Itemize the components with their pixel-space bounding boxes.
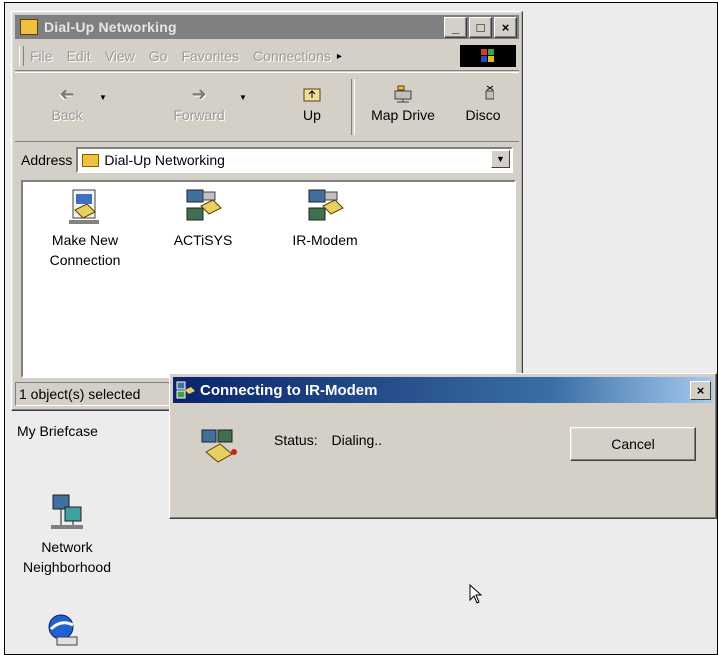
screen-frame: Dial-Up Networking _ □ × File Edit View … xyxy=(4,2,718,655)
network-label-line2: Neighborhood xyxy=(23,559,111,575)
disconnect-drive-icon xyxy=(451,81,515,107)
dialog-titlebar[interactable]: Connecting to IR-Modem × xyxy=(173,377,713,403)
address-bar: Address Dial-Up Networking ▼ xyxy=(15,144,519,176)
minimize-button[interactable]: _ xyxy=(444,16,467,38)
map-drive-icon xyxy=(363,81,443,107)
up-folder-icon xyxy=(287,81,337,107)
dial-up-networking-window[interactable]: Dial-Up Networking _ □ × File Edit View … xyxy=(11,11,523,411)
network-label-line1: Network xyxy=(41,539,93,555)
window-edge-line xyxy=(521,11,522,373)
forward-arrow-icon: ➜ xyxy=(191,83,207,104)
standard-toolbar: ➜ Back ▼ ➜ Forward ▼ Up Map Drive Disco xyxy=(15,72,519,142)
status-label: Status: xyxy=(274,432,318,448)
window-title: Dial-Up Networking xyxy=(44,19,177,35)
internet-explorer-icon xyxy=(48,614,78,646)
disconnect-label: Disco xyxy=(465,107,501,123)
menu-bar: File Edit View Go Favorites Connections … xyxy=(15,42,519,71)
up-label: Up xyxy=(303,107,321,123)
item-actisys[interactable]: ACTiSYS xyxy=(153,188,253,250)
map-drive-label: Map Drive xyxy=(371,107,435,123)
address-field[interactable]: Dial-Up Networking ▼ xyxy=(76,147,513,173)
item-ir-modem[interactable]: IR-Modem xyxy=(275,188,375,250)
back-button[interactable]: ➜ Back xyxy=(37,81,97,124)
windows-logo-icon xyxy=(481,49,494,62)
folder-icon xyxy=(20,19,38,35)
item-make-new-connection[interactable]: Make New Connection xyxy=(35,188,135,270)
status-bar-text: 1 object(s) selected xyxy=(15,382,175,406)
address-label: Address xyxy=(21,152,73,168)
dialog-title: Connecting to IR-Modem xyxy=(200,381,378,399)
folder-content-view[interactable]: Make New Connection ACTiSYS IR-Modem xyxy=(21,180,516,378)
menu-more-chevron-icon[interactable]: ▸ xyxy=(337,51,342,62)
close-button[interactable]: × xyxy=(494,16,517,38)
folder-icon xyxy=(82,153,100,167)
windows-logo-throbber xyxy=(460,45,516,67)
connecting-dialog[interactable]: Connecting to IR-Modem × Status: Dialing… xyxy=(169,373,717,519)
connection-icon xyxy=(308,189,344,221)
dialog-close-button[interactable]: × xyxy=(690,380,711,400)
make-new-connection-icon xyxy=(69,189,99,224)
network-neighborhood-icon xyxy=(51,494,83,529)
back-label: Back xyxy=(51,107,83,123)
menu-edit[interactable]: Edit xyxy=(67,48,91,64)
up-button[interactable]: Up xyxy=(287,81,337,123)
back-arrow-icon: ➜ xyxy=(59,83,75,104)
desktop-my-briefcase[interactable]: My Briefcase xyxy=(17,421,98,441)
map-drive-button[interactable]: Map Drive xyxy=(363,81,443,123)
menu-file[interactable]: File xyxy=(30,48,53,64)
forward-button[interactable]: ➜ Forward xyxy=(163,81,235,124)
menu-connections[interactable]: Connections xyxy=(253,48,331,64)
connection-icon xyxy=(186,189,222,221)
desktop-network-neighborhood[interactable]: Network Neighborhood xyxy=(7,493,127,577)
menubar-grip xyxy=(19,46,24,66)
disconnect-button[interactable]: Disco xyxy=(451,81,515,123)
desktop-internet-explorer[interactable] xyxy=(45,611,81,652)
connection-icon xyxy=(176,381,195,399)
address-value: Dial-Up Networking xyxy=(104,152,225,168)
toolbar-separator xyxy=(351,79,355,135)
back-dropdown-icon[interactable]: ▼ xyxy=(99,93,107,102)
item-label-line1: Make New xyxy=(51,232,119,248)
mouse-cursor-icon xyxy=(469,584,483,604)
window-titlebar[interactable]: Dial-Up Networking _ □ × xyxy=(15,15,519,39)
forward-label: Forward xyxy=(173,107,225,123)
menu-favorites[interactable]: Favorites xyxy=(181,48,239,64)
dialing-connection-icon xyxy=(201,429,237,463)
item-label: ACTiSYS xyxy=(173,232,233,248)
dialog-status: Status: Dialing.. xyxy=(274,432,392,448)
item-label-line2: Connection xyxy=(49,252,121,268)
menu-view[interactable]: View xyxy=(105,48,135,64)
address-dropdown-button[interactable]: ▼ xyxy=(491,150,510,168)
menu-go[interactable]: Go xyxy=(149,48,168,64)
status-value: Dialing.. xyxy=(331,432,383,448)
my-briefcase-label: My Briefcase xyxy=(17,423,98,439)
forward-dropdown-icon[interactable]: ▼ xyxy=(239,93,247,102)
maximize-button[interactable]: □ xyxy=(469,16,492,38)
item-label: IR-Modem xyxy=(292,232,358,248)
cancel-button[interactable]: Cancel xyxy=(570,427,696,461)
